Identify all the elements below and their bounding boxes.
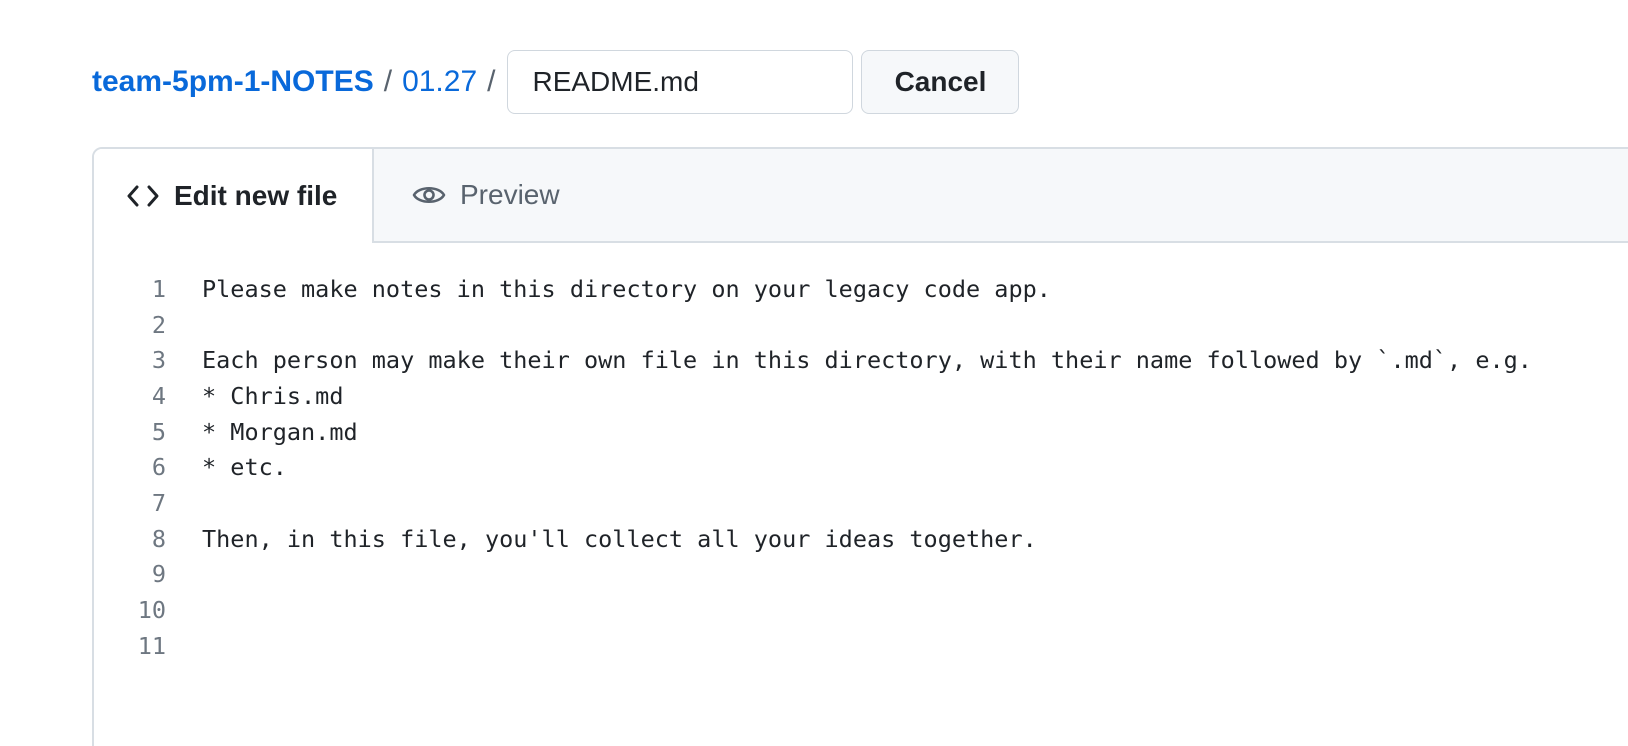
line-number: 5 xyxy=(151,417,166,446)
line-number: 1 xyxy=(151,274,166,303)
code-line[interactable]: 5 * Morgan.md xyxy=(94,414,1628,450)
line-text: Each person may make their own file in t… xyxy=(202,346,1532,375)
tab-label: Preview xyxy=(460,179,560,210)
code-icon xyxy=(126,183,160,209)
tab-preview[interactable]: Preview xyxy=(374,149,560,241)
breadcrumb-folder-link[interactable]: 01.27 xyxy=(402,65,477,99)
code-line[interactable]: 4 * Chris.md xyxy=(94,378,1628,414)
code-line[interactable]: 8 Then, in this file, you'll collect all … xyxy=(94,521,1628,557)
line-number: 2 xyxy=(151,310,166,339)
breadcrumb-repo-link[interactable]: team-5pm-1-NOTES xyxy=(92,65,374,99)
editor-panel: Edit new file Preview 1 Please make notes… xyxy=(92,147,1628,746)
code-line[interactable]: 7 xyxy=(94,485,1628,521)
line-text: * etc. xyxy=(202,453,287,482)
file-editor-page: team-5pm-1-NOTES / 01.27 / Cancel Edit n… xyxy=(0,0,1628,746)
editor-tabbar: Edit new file Preview xyxy=(94,149,1628,243)
breadcrumb: team-5pm-1-NOTES / 01.27 / Cancel xyxy=(92,50,1020,114)
line-text: * Morgan.md xyxy=(202,417,358,446)
cancel-button[interactable]: Cancel xyxy=(861,50,1020,114)
tab-label: Edit new file xyxy=(174,180,338,211)
line-number: 10 xyxy=(137,596,166,625)
line-number: 7 xyxy=(151,488,166,517)
code-line[interactable]: 10 xyxy=(94,592,1628,628)
line-number: 6 xyxy=(151,453,166,482)
line-text: Then, in this file, you'll collect all y… xyxy=(202,524,1037,553)
code-line[interactable]: 11 xyxy=(94,628,1628,664)
eye-icon xyxy=(412,182,446,208)
line-number: 4 xyxy=(151,381,166,410)
line-text: Please make notes in this directory on y… xyxy=(202,274,1051,303)
code-editor[interactable]: 1 Please make notes in this directory on … xyxy=(94,243,1628,664)
tab-edit-new-file[interactable]: Edit new file xyxy=(94,149,374,243)
breadcrumb-separator: / xyxy=(383,65,393,98)
line-number: 9 xyxy=(151,560,166,589)
code-line[interactable]: 9 xyxy=(94,557,1628,593)
filename-input[interactable] xyxy=(507,50,854,114)
line-number: 11 xyxy=(137,631,166,660)
code-line[interactable]: 1 Please make notes in this directory on … xyxy=(94,271,1628,307)
line-number: 8 xyxy=(151,524,166,553)
line-number: 3 xyxy=(151,346,166,375)
line-text: * Chris.md xyxy=(202,381,344,410)
code-line[interactable]: 2 xyxy=(94,307,1628,343)
breadcrumb-separator: / xyxy=(487,65,496,98)
code-line[interactable]: 6 * etc. xyxy=(94,449,1628,485)
code-line[interactable]: 3 Each person may make their own file in … xyxy=(94,342,1628,378)
